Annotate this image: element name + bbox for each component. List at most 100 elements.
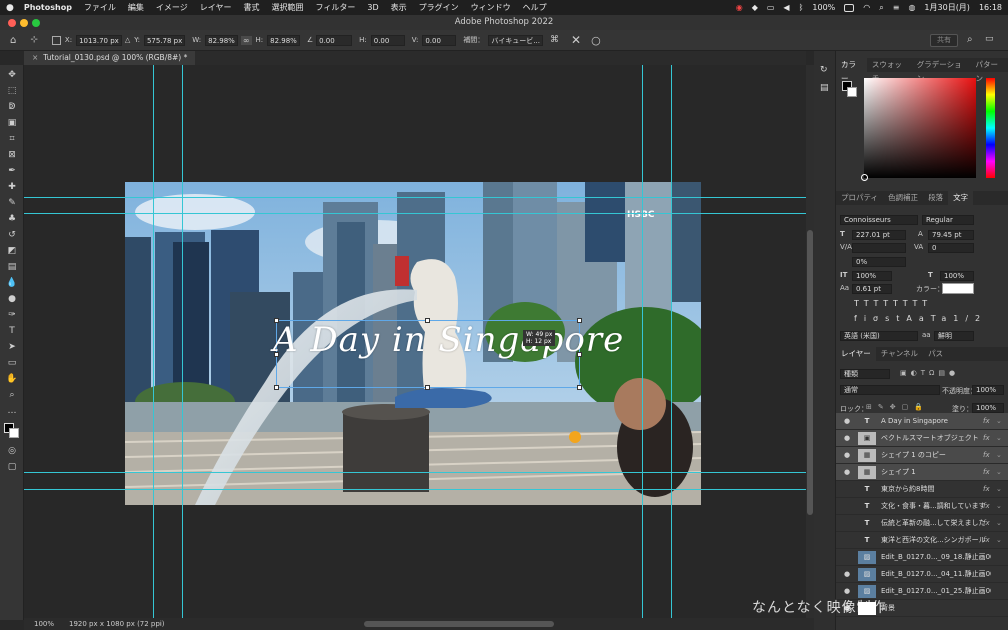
- close-window-button[interactable]: [8, 19, 16, 27]
- antialias-select[interactable]: 鮮明: [934, 331, 974, 341]
- frame-tool-icon[interactable]: ⊠: [6, 149, 18, 161]
- search-icon[interactable]: ⌕: [967, 34, 973, 45]
- vertical-scroll-thumb[interactable]: [807, 230, 813, 515]
- blur-tool-icon[interactable]: 💧: [6, 277, 18, 289]
- fx-icon[interactable]: fx: [983, 413, 990, 430]
- layer-filter-select[interactable]: 種類: [840, 369, 890, 379]
- layer-row[interactable]: T 東洋と西洋の文化...シンガポール fx ⌄: [836, 532, 1008, 549]
- document-artwork[interactable]: HSBC A Day in Singapore W: 49 px H: 12 p…: [125, 182, 701, 505]
- path-select-tool-icon[interactable]: ➤: [6, 341, 18, 353]
- menu-file[interactable]: ファイル: [84, 2, 116, 13]
- tab-gradients[interactable]: グラデーション: [912, 58, 971, 83]
- vertical-scrollbar[interactable]: [806, 65, 814, 618]
- cancel-transform-icon[interactable]: ✕: [571, 33, 581, 47]
- width-field[interactable]: 82.98%: [205, 34, 238, 46]
- fx-icon[interactable]: fx: [983, 498, 990, 515]
- eraser-tool-icon[interactable]: ◩: [6, 245, 18, 257]
- dropbox-icon[interactable]: ◆: [752, 3, 758, 12]
- display-icon[interactable]: ▭: [767, 3, 775, 12]
- guide-horizontal[interactable]: [24, 213, 806, 214]
- search-icon[interactable]: ⌕: [879, 3, 883, 13]
- opacity-field[interactable]: 100%: [972, 385, 1004, 395]
- fx-icon[interactable]: fx: [983, 430, 990, 447]
- fx-icon[interactable]: fx: [983, 481, 990, 498]
- hand-tool-icon[interactable]: ✋: [6, 373, 18, 385]
- y-field[interactable]: 575.78 px: [143, 34, 186, 46]
- gradient-tool-icon[interactable]: ▤: [6, 261, 18, 273]
- warp-icon[interactable]: ⌘: [550, 35, 559, 45]
- visibility-eye-icon[interactable]: ●: [842, 413, 852, 430]
- quick-mask-icon[interactable]: ◎: [6, 445, 18, 457]
- transform-handle-bottom[interactable]: [425, 385, 430, 390]
- tab-swatches[interactable]: スウォッチ: [867, 58, 912, 83]
- menu-select[interactable]: 選択範囲: [272, 2, 304, 13]
- color-picker-cursor[interactable]: [861, 174, 868, 181]
- guide-vertical[interactable]: [671, 65, 672, 618]
- object-select-tool-icon[interactable]: ▣: [6, 117, 18, 129]
- more-tools-icon[interactable]: …: [6, 405, 18, 417]
- v-skew-field[interactable]: 0.00: [422, 34, 457, 46]
- x-field[interactable]: 1013.70 px: [76, 34, 122, 46]
- baseline-field[interactable]: 0.61 pt: [852, 284, 892, 294]
- menu-filter[interactable]: フィルター: [316, 2, 356, 13]
- commit-transform-icon[interactable]: ○: [591, 34, 601, 47]
- layer-filter-icons[interactable]: ▣◐TΩ▤●: [900, 369, 959, 377]
- fx-icon[interactable]: fx: [983, 532, 990, 549]
- reference-point-icon[interactable]: [51, 35, 61, 45]
- workspace-icon[interactable]: ▭: [985, 34, 994, 44]
- menu-edit[interactable]: 編集: [128, 2, 144, 13]
- document-info[interactable]: 1920 px x 1080 px (72 ppi): [69, 618, 165, 630]
- wifi-icon[interactable]: ◠: [863, 3, 870, 12]
- color-picker-field[interactable]: [861, 78, 976, 181]
- tab-patterns[interactable]: パターン: [970, 58, 1008, 83]
- blend-mode-select[interactable]: 通常: [840, 385, 940, 395]
- expand-icon[interactable]: ⌄: [996, 515, 1002, 532]
- layer-row[interactable]: ● T A Day in Singapore fx ⌄: [836, 413, 1008, 430]
- marquee-tool-icon[interactable]: ⬚: [6, 85, 18, 97]
- shape-tool-icon[interactable]: ▭: [6, 357, 18, 369]
- zoom-tool-icon[interactable]: ⌕: [6, 389, 18, 401]
- expand-icon[interactable]: ⌄: [996, 413, 1002, 430]
- healing-brush-tool-icon[interactable]: ✚: [6, 181, 18, 193]
- screen-mode-icon[interactable]: ▢: [6, 461, 18, 473]
- brush-tool-icon[interactable]: ✎: [6, 197, 18, 209]
- height-field[interactable]: 82.98%: [267, 34, 300, 46]
- history-panel-icon[interactable]: ↻: [820, 65, 828, 75]
- tab-paths[interactable]: パス: [923, 347, 948, 361]
- angle-field[interactable]: 0.00: [316, 34, 353, 46]
- transform-move-icon[interactable]: ⊹: [30, 35, 38, 45]
- layer-row[interactable]: T 東京から約8時間 fx ⌄: [836, 481, 1008, 498]
- link-icon[interactable]: ∞: [240, 35, 252, 45]
- battery-icon[interactable]: [844, 3, 855, 12]
- lock-icons[interactable]: ⊞✎✥▢🔒: [866, 403, 929, 411]
- layer-row[interactable]: ● ▦ シェイプ 1 のコピー fx ⌄: [836, 447, 1008, 464]
- control-center-icon[interactable]: ≡: [893, 3, 900, 12]
- bg-color-chip[interactable]: [847, 87, 857, 97]
- clone-stamp-tool-icon[interactable]: ♣: [6, 213, 18, 225]
- menu-view[interactable]: 表示: [391, 2, 407, 13]
- menu-plugins[interactable]: プラグイン: [419, 2, 459, 13]
- guide-vertical[interactable]: [182, 65, 183, 618]
- kerning-field[interactable]: [852, 243, 906, 253]
- pen-tool-icon[interactable]: ✑: [6, 309, 18, 321]
- expand-icon[interactable]: ⌄: [996, 481, 1002, 498]
- menu-app[interactable]: Photoshop: [24, 3, 72, 12]
- menu-layer[interactable]: レイヤー: [200, 2, 232, 13]
- canvas-area[interactable]: HSBC A Day in Singapore W: 49 px H: 12 p…: [24, 65, 806, 618]
- layer-row[interactable]: ▨ Edit_B_0127.0..._09_18.静止画003: [836, 549, 1008, 566]
- fx-icon[interactable]: fx: [983, 447, 990, 464]
- guide-vertical[interactable]: [642, 65, 643, 618]
- layer-row[interactable]: ● ▣ ベクトルスマートオブジェクト fx ⌄: [836, 430, 1008, 447]
- tsume-field[interactable]: 0%: [852, 257, 906, 267]
- background-color-swatch[interactable]: [9, 428, 19, 438]
- guide-horizontal[interactable]: [24, 197, 806, 198]
- h-skew-field[interactable]: 0.00: [370, 34, 405, 46]
- menu-3d[interactable]: 3D: [367, 3, 378, 12]
- expand-icon[interactable]: ⌄: [996, 532, 1002, 549]
- layer-row[interactable]: ● ▨ Edit_B_0127.0..._04_11.静止画002: [836, 566, 1008, 583]
- menu-time[interactable]: 16:18: [979, 3, 1002, 12]
- siri-icon[interactable]: ◍: [908, 3, 915, 12]
- expand-icon[interactable]: ⌄: [996, 430, 1002, 447]
- visibility-eye-icon[interactable]: ●: [842, 430, 852, 447]
- zoom-window-button[interactable]: [32, 19, 40, 27]
